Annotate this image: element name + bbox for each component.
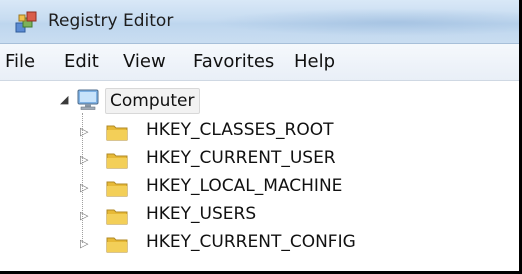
menu-view[interactable]: View: [123, 51, 166, 72]
tree-item-hkey-local-machine[interactable]: HKEY_LOCAL_MACHINE: [146, 176, 342, 196]
tree-item-hkey-current-config[interactable]: HKEY_CURRENT_CONFIG: [146, 232, 356, 252]
folder-icon: [106, 209, 128, 225]
folder-icon: [106, 153, 128, 169]
registry-editor-window: Registry Editor File Edit View Favorites…: [0, 0, 519, 271]
expand-arrow-icon[interactable]: ▷: [80, 125, 88, 138]
tree-item-computer[interactable]: Computer: [105, 88, 200, 114]
menu-help[interactable]: Help: [294, 51, 335, 72]
tree-item-hkey-classes-root[interactable]: HKEY_CLASSES_ROOT: [146, 120, 334, 140]
menu-favorites[interactable]: Favorites: [193, 51, 274, 72]
registry-editor-icon: [15, 11, 37, 33]
tree-item-hkey-current-user[interactable]: HKEY_CURRENT_USER: [146, 148, 336, 168]
expand-arrow-icon[interactable]: ▷: [80, 237, 88, 250]
expand-arrow-icon[interactable]: ▷: [80, 181, 88, 194]
tree-item-hkey-users[interactable]: HKEY_USERS: [146, 204, 256, 224]
menu-bar: File Edit View Favorites Help: [0, 44, 519, 81]
expand-arrow-icon[interactable]: ▷: [80, 209, 88, 222]
title-bar[interactable]: Registry Editor: [0, 0, 519, 44]
menu-file[interactable]: File: [5, 51, 35, 72]
expand-arrow-icon[interactable]: ▷: [80, 153, 88, 166]
menu-edit[interactable]: Edit: [64, 51, 99, 72]
folder-icon: [106, 181, 128, 197]
computer-icon: [77, 89, 99, 110]
registry-tree: ◢ Computer ▷ HKEY_CLASSES_ROOT ▷ HKEY_CU…: [0, 81, 519, 271]
folder-icon: [106, 125, 128, 141]
collapse-arrow-icon[interactable]: ◢: [60, 93, 68, 106]
window-title: Registry Editor: [48, 11, 174, 31]
folder-icon: [106, 237, 128, 253]
